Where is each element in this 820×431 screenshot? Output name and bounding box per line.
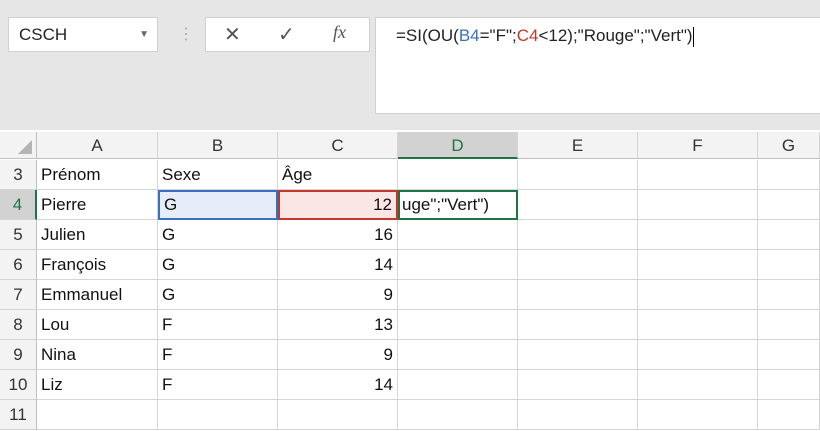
row-header[interactable]: 3	[0, 160, 37, 190]
cell-A7[interactable]: Emmanuel	[37, 280, 158, 310]
cell-B11[interactable]	[158, 400, 278, 430]
cell-G10[interactable]	[758, 370, 820, 400]
cell-C4[interactable]: 12	[278, 190, 398, 220]
formula-text: <12);"Rouge";"Vert")	[538, 26, 693, 45]
cell-E10[interactable]	[518, 370, 638, 400]
row-header[interactable]: 7	[0, 280, 37, 310]
cell-E6[interactable]	[518, 250, 638, 280]
cell-C11[interactable]	[278, 400, 398, 430]
row-header[interactable]: 10	[0, 370, 37, 400]
cell-D8[interactable]	[398, 310, 518, 340]
cell-D3[interactable]	[398, 160, 518, 190]
cell-G5[interactable]	[758, 220, 820, 250]
cell-D5[interactable]	[398, 220, 518, 250]
cell-D6[interactable]	[398, 250, 518, 280]
column-header-C[interactable]: C	[278, 132, 398, 159]
row-header[interactable]: 4	[0, 190, 37, 220]
splitter-handle[interactable]: ⋮	[178, 24, 194, 44]
cell-F7[interactable]	[638, 280, 758, 310]
cell-C8[interactable]: 13	[278, 310, 398, 340]
cancel-icon[interactable]: ✕	[224, 22, 241, 47]
cell-C5[interactable]: 16	[278, 220, 398, 250]
cell-B10[interactable]: F	[158, 370, 278, 400]
cell-G11[interactable]	[758, 400, 820, 430]
cell-E5[interactable]	[518, 220, 638, 250]
cell-D9[interactable]	[398, 340, 518, 370]
cell-G6[interactable]	[758, 250, 820, 280]
enter-icon[interactable]: ✓	[278, 22, 295, 47]
cell-C10[interactable]: 14	[278, 370, 398, 400]
cell-B7[interactable]: G	[158, 280, 278, 310]
formula-ref-b4: B4	[458, 26, 480, 45]
formula-text: =SI(OU(	[396, 26, 459, 45]
cell-F4[interactable]	[638, 190, 758, 220]
column-header-G[interactable]: G	[758, 132, 820, 159]
cell-B4[interactable]: G	[158, 190, 278, 220]
cell-B6[interactable]: G	[158, 250, 278, 280]
name-box-value: CSCH	[19, 25, 68, 44]
formula-buttons: ✕ ✓ fx	[205, 17, 370, 52]
cell-D7[interactable]	[398, 280, 518, 310]
cell-F3[interactable]	[638, 160, 758, 190]
name-box[interactable]: CSCH ▼	[8, 17, 158, 52]
select-all-button[interactable]	[0, 132, 37, 159]
formula-text: ="F";	[479, 26, 517, 45]
cell-A9[interactable]: Nina	[37, 340, 158, 370]
cell-C7[interactable]: 9	[278, 280, 398, 310]
cell-A8[interactable]: Lou	[37, 310, 158, 340]
column-header-A[interactable]: A	[37, 132, 158, 159]
insert-function-icon[interactable]: fx	[333, 22, 346, 43]
cell-F6[interactable]	[638, 250, 758, 280]
cell-E4[interactable]	[518, 190, 638, 220]
dropdown-arrow-icon[interactable]: ▼	[139, 18, 149, 51]
cell-A5[interactable]: Julien	[37, 220, 158, 250]
row-header[interactable]: 9	[0, 340, 37, 370]
cell-G9[interactable]	[758, 340, 820, 370]
cell-E9[interactable]	[518, 340, 638, 370]
cell-A11[interactable]	[37, 400, 158, 430]
cell-E7[interactable]	[518, 280, 638, 310]
row-header[interactable]: 6	[0, 250, 37, 280]
column-header-B[interactable]: B	[158, 132, 278, 159]
cell-A6[interactable]: François	[37, 250, 158, 280]
cell-B9[interactable]: F	[158, 340, 278, 370]
cell-C6[interactable]: 14	[278, 250, 398, 280]
column-header-D[interactable]: D	[398, 132, 518, 159]
cell-A4[interactable]: Pierre	[37, 190, 158, 220]
cell-D4[interactable]: uge";"Vert")	[398, 190, 518, 220]
cell-D11[interactable]	[398, 400, 518, 430]
cell-G8[interactable]	[758, 310, 820, 340]
cell-F8[interactable]	[638, 310, 758, 340]
cell-F9[interactable]	[638, 340, 758, 370]
column-header-E[interactable]: E	[518, 132, 638, 159]
text-cursor	[692, 26, 694, 47]
cell-E11[interactable]	[518, 400, 638, 430]
cell-G4[interactable]	[758, 190, 820, 220]
row-header[interactable]: 5	[0, 220, 37, 250]
formula-ref-c4: C4	[516, 26, 539, 45]
cell-F5[interactable]	[638, 220, 758, 250]
cell-C9[interactable]: 9	[278, 340, 398, 370]
cell-B3[interactable]: Sexe	[158, 160, 278, 190]
cell-F11[interactable]	[638, 400, 758, 430]
cell-B8[interactable]: F	[158, 310, 278, 340]
cell-A10[interactable]: Liz	[37, 370, 158, 400]
cell-A3[interactable]: Prénom	[37, 160, 158, 190]
cell-E3[interactable]	[518, 160, 638, 190]
cell-B5[interactable]: G	[158, 220, 278, 250]
cell-C3[interactable]: Âge	[278, 160, 398, 190]
formula-bar-input[interactable]: =SI(OU(B4="F";C4<12);"Rouge";"Vert")	[375, 17, 820, 114]
cell-F10[interactable]	[638, 370, 758, 400]
cell-G3[interactable]	[758, 160, 820, 190]
row-header[interactable]: 11	[0, 400, 37, 430]
row-header[interactable]: 8	[0, 310, 37, 340]
column-header-F[interactable]: F	[638, 132, 758, 159]
cell-D10[interactable]	[398, 370, 518, 400]
cell-E8[interactable]	[518, 310, 638, 340]
cell-G7[interactable]	[758, 280, 820, 310]
